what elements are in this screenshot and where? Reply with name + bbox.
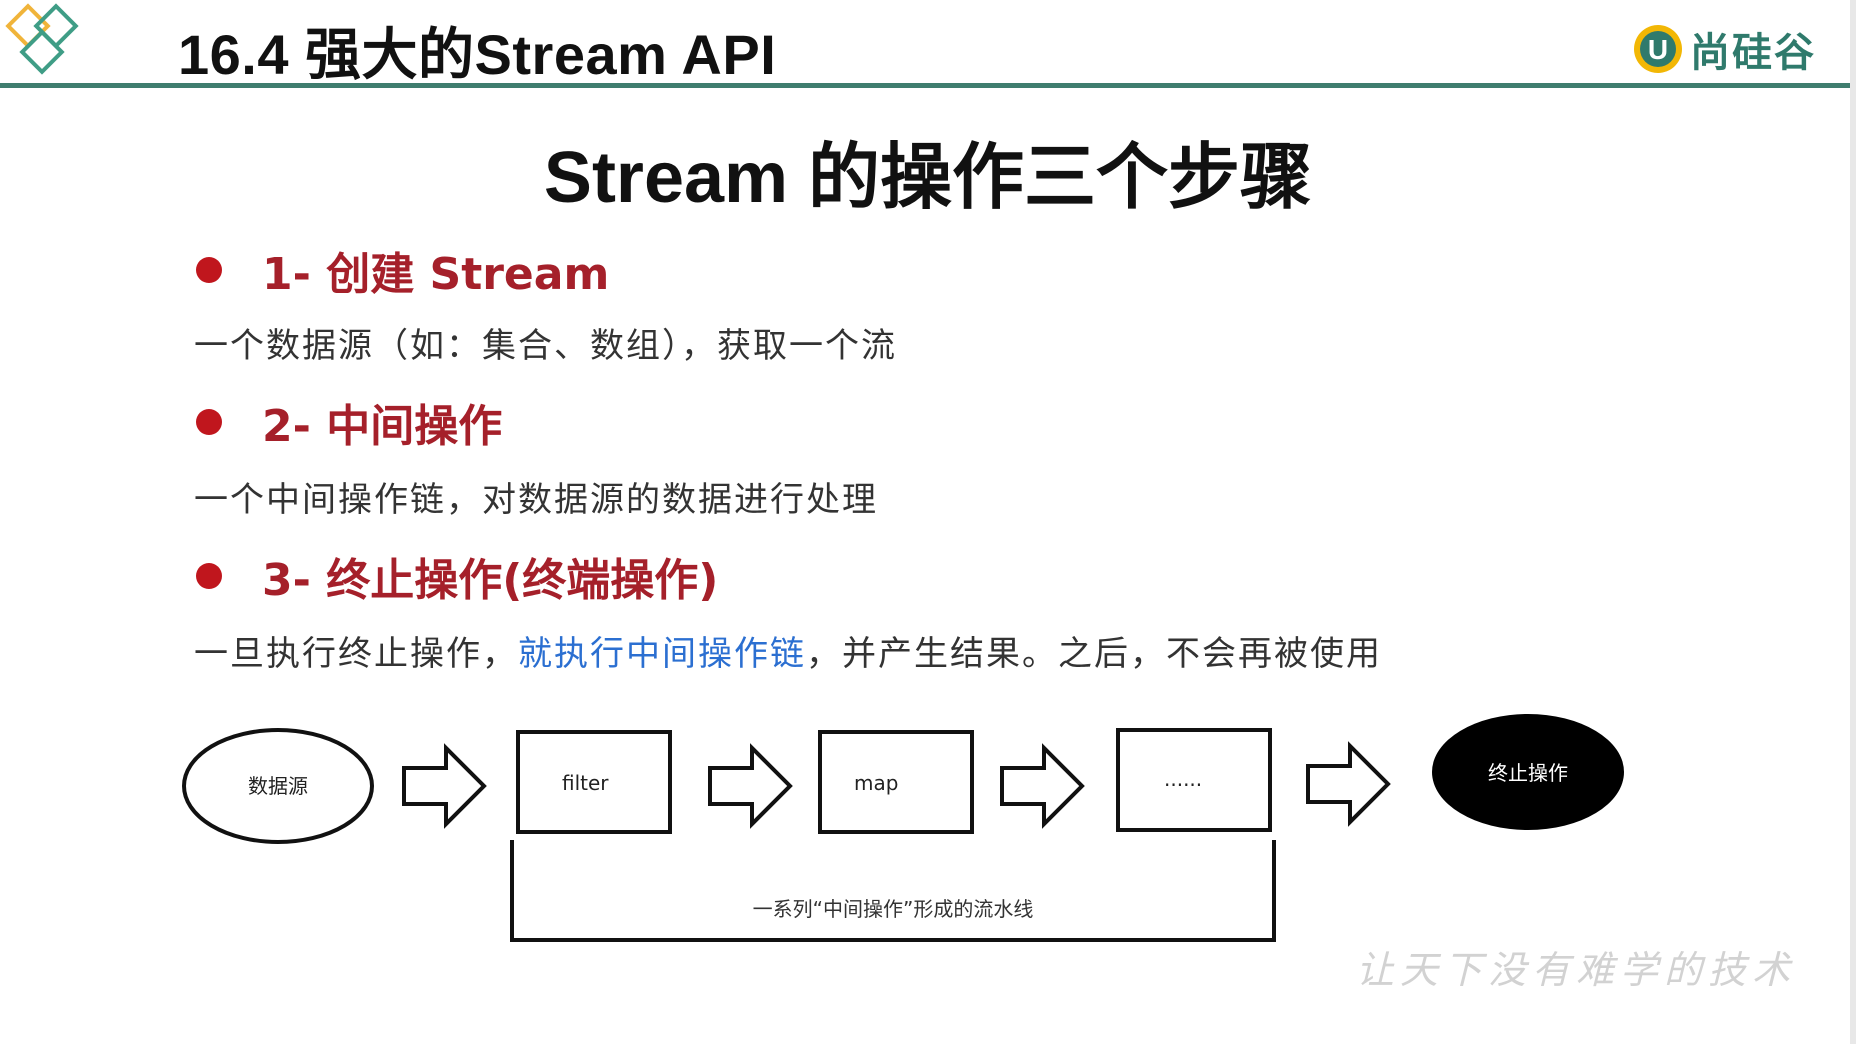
step-3: 3- 终止操作(终端操作) (196, 544, 718, 608)
step-1-description: 一个数据源（如：集合、数组），获取一个流 (194, 326, 897, 366)
svg-text:U: U (1648, 34, 1668, 65)
arrow-icon (1000, 743, 1085, 829)
step-2: 2- 中间操作 (196, 390, 502, 454)
step-3-description-highlight: 就执行中间操作链 (518, 634, 806, 674)
terminal-label: 终止操作 (1488, 761, 1568, 785)
section-title: 16.4 强大的Stream API (178, 23, 777, 86)
bullet-icon (196, 563, 222, 589)
arrow-icon (708, 743, 793, 829)
pipeline-bracket (510, 840, 1276, 942)
arrow-icon (1306, 741, 1391, 827)
step-3-description: 一旦执行终止操作，就执行中间操作链，并产生结果。之后，不会再被使用 (194, 626, 1382, 675)
data-source-label: 数据源 (248, 774, 308, 798)
map-label: map (854, 771, 898, 795)
bullet-icon (196, 257, 222, 283)
stream-pipeline-diagram: 数据源 filter map ...... 终止操作 一系列“中间操作”形成的流… (182, 714, 1624, 942)
watermark: 让天下没有难学的技术 (1355, 948, 1796, 992)
brand-u-icon: U (1634, 25, 1682, 73)
bullet-icon (196, 409, 222, 435)
diamond-logo-icon (5, 3, 79, 75)
step-3-description-start: 一旦执行终止操作， (194, 634, 518, 674)
header-divider (0, 83, 1856, 88)
slide-header: 16.4 强大的Stream API U 尚硅谷 (0, 0, 1856, 92)
frame-edge (1850, 0, 1856, 1044)
ellipsis-label: ...... (1164, 767, 1202, 791)
step-2-description: 一个中间操作链，对数据源的数据进行处理 (194, 480, 878, 520)
brand-name: 尚硅谷 (1690, 30, 1816, 76)
step-2-heading: 2- 中间操作 (262, 401, 503, 452)
arrow-icon (402, 743, 487, 829)
step-3-description-end: ，并产生结果。之后，不会再被使用 (806, 634, 1382, 674)
step-3-heading: 3- 终止操作(终端操作) (262, 555, 719, 606)
step-1-heading: 1- 创建 Stream (262, 249, 610, 300)
pipeline-label: 一系列“中间操作”形成的流水线 (753, 897, 1034, 921)
filter-label: filter (562, 771, 609, 795)
step-1: 1- 创建 Stream (196, 238, 609, 302)
slide-title: Stream 的操作三个步骤 (543, 138, 1313, 218)
brand-logo: U 尚硅谷 (1632, 20, 1816, 78)
